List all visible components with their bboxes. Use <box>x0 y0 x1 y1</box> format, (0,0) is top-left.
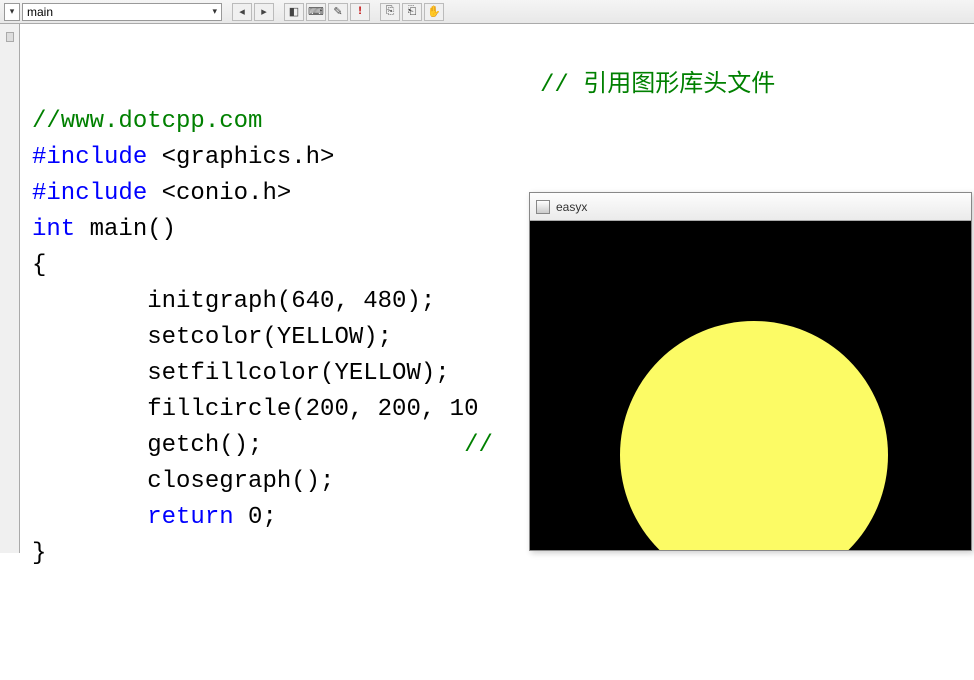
warning-button[interactable]: ! <box>350 3 370 21</box>
chevron-down-icon: ▾ <box>212 6 217 17</box>
code-line: //www.dotcpp.com <box>32 104 962 140</box>
toolbar-left-dropdown[interactable]: ▾ <box>4 3 20 21</box>
graphics-output-window[interactable]: easyx <box>529 192 972 551</box>
function-selector-value: main <box>27 5 53 19</box>
nav-back-button[interactable]: ◂ <box>232 3 252 21</box>
app-icon <box>536 200 550 214</box>
copy-button[interactable]: ⎘ <box>380 3 400 21</box>
code-line: #include <graphics.h> <box>32 140 962 176</box>
output-window-title: easyx <box>556 200 587 214</box>
graphics-canvas <box>530 221 971 550</box>
output-window-titlebar[interactable]: easyx <box>530 193 971 221</box>
fold-marker-icon[interactable] <box>6 32 14 42</box>
toolbar: ▾ main ▾ ◂ ▸ ◧ ⌨ ✎ ! ⎘ ⎗ ✋ <box>0 0 974 24</box>
inline-comment: // 引用图形库头文件 <box>540 68 775 104</box>
function-selector[interactable]: main ▾ <box>22 3 222 21</box>
nav-forward-button[interactable]: ▸ <box>254 3 274 21</box>
layers-button[interactable]: ◧ <box>284 3 304 21</box>
keyboard-button[interactable]: ⌨ <box>306 3 326 21</box>
editor-gutter <box>0 24 20 553</box>
eraser-button[interactable]: ✎ <box>328 3 348 21</box>
paste-button[interactable]: ⎗ <box>402 3 422 21</box>
yellow-circle <box>620 321 888 550</box>
hand-tool-button[interactable]: ✋ <box>424 3 444 21</box>
